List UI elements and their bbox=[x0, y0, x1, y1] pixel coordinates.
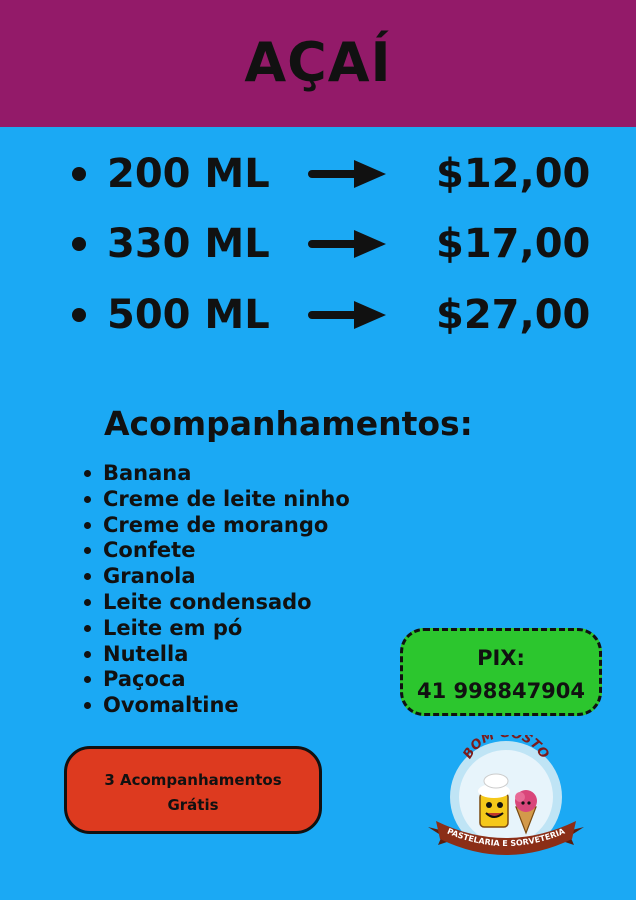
bullet-icon bbox=[72, 237, 86, 251]
size-label: 500 ML bbox=[107, 292, 270, 338]
bullet-icon bbox=[84, 676, 91, 684]
list-item: Paçoca bbox=[82, 666, 350, 692]
right-arrow-icon bbox=[308, 301, 386, 329]
price-row: 330 ML $17,00 bbox=[0, 218, 636, 278]
page-title: AÇAÍ bbox=[244, 31, 392, 94]
topping-label: Paçoca bbox=[103, 667, 186, 692]
bullet-icon bbox=[72, 167, 86, 181]
toppings-heading: Acompanhamentos: bbox=[104, 404, 473, 443]
right-arrow-icon bbox=[308, 160, 386, 188]
bullet-icon bbox=[84, 495, 91, 503]
bullet-icon bbox=[84, 650, 91, 658]
bullet-icon bbox=[84, 598, 91, 606]
topping-label: Leite condensado bbox=[103, 589, 312, 614]
list-item: Granola bbox=[82, 563, 350, 589]
pix-badge: PIX: 41 998847904 bbox=[400, 628, 602, 716]
topping-label: Granola bbox=[103, 564, 196, 589]
topping-label: Ovomaltine bbox=[103, 693, 239, 718]
price-label: $17,00 bbox=[436, 221, 591, 267]
list-item: Creme de leite ninho bbox=[82, 486, 350, 512]
bullet-icon bbox=[84, 521, 91, 529]
bullet-icon bbox=[84, 624, 91, 632]
topping-label: Banana bbox=[103, 461, 192, 485]
topping-label: Creme de leite ninho bbox=[103, 486, 350, 511]
size-label: 200 ML bbox=[107, 151, 270, 197]
list-item: Ovomaltine bbox=[82, 692, 350, 718]
pix-number: 41 998847904 bbox=[416, 679, 586, 703]
bullet-icon bbox=[84, 702, 91, 710]
topping-label: Confete bbox=[103, 538, 196, 563]
price-label: $27,00 bbox=[436, 292, 591, 338]
bullet-icon bbox=[84, 470, 91, 477]
size-label: 330 ML bbox=[107, 221, 270, 267]
list-item: Leite em pó bbox=[82, 615, 350, 641]
bullet-icon bbox=[72, 308, 86, 322]
bullet-icon bbox=[84, 547, 91, 555]
free-toppings-text: 3 Acompanhamentos Grátis bbox=[67, 768, 319, 818]
pix-label: PIX: bbox=[477, 646, 525, 670]
price-row: 500 ML $27,00 bbox=[0, 289, 636, 349]
list-item: Confete bbox=[82, 537, 350, 563]
topping-label: Creme de morango bbox=[103, 512, 329, 537]
topping-label: Leite em pó bbox=[103, 615, 243, 640]
bullet-icon bbox=[84, 573, 91, 581]
toppings-list: Banana Creme de leite ninho Creme de mor… bbox=[82, 460, 350, 718]
list-item: Banana bbox=[82, 460, 350, 486]
free-toppings-line2: Grátis bbox=[167, 796, 219, 814]
list-item: Nutella bbox=[82, 641, 350, 667]
topping-label: Nutella bbox=[103, 641, 189, 666]
free-toppings-badge: 3 Acompanhamentos Grátis bbox=[64, 746, 322, 834]
price-label: $12,00 bbox=[436, 151, 591, 197]
price-row: 200 ML $12,00 bbox=[0, 148, 636, 208]
right-arrow-icon bbox=[308, 230, 386, 258]
bom-gosto-logo: BOM GOSTO PASTELARIA E SORVETERIA bbox=[428, 735, 584, 855]
list-item: Leite condensado bbox=[82, 589, 350, 615]
free-toppings-line1: 3 Acompanhamentos bbox=[104, 771, 282, 789]
list-item: Creme de morango bbox=[82, 512, 350, 538]
